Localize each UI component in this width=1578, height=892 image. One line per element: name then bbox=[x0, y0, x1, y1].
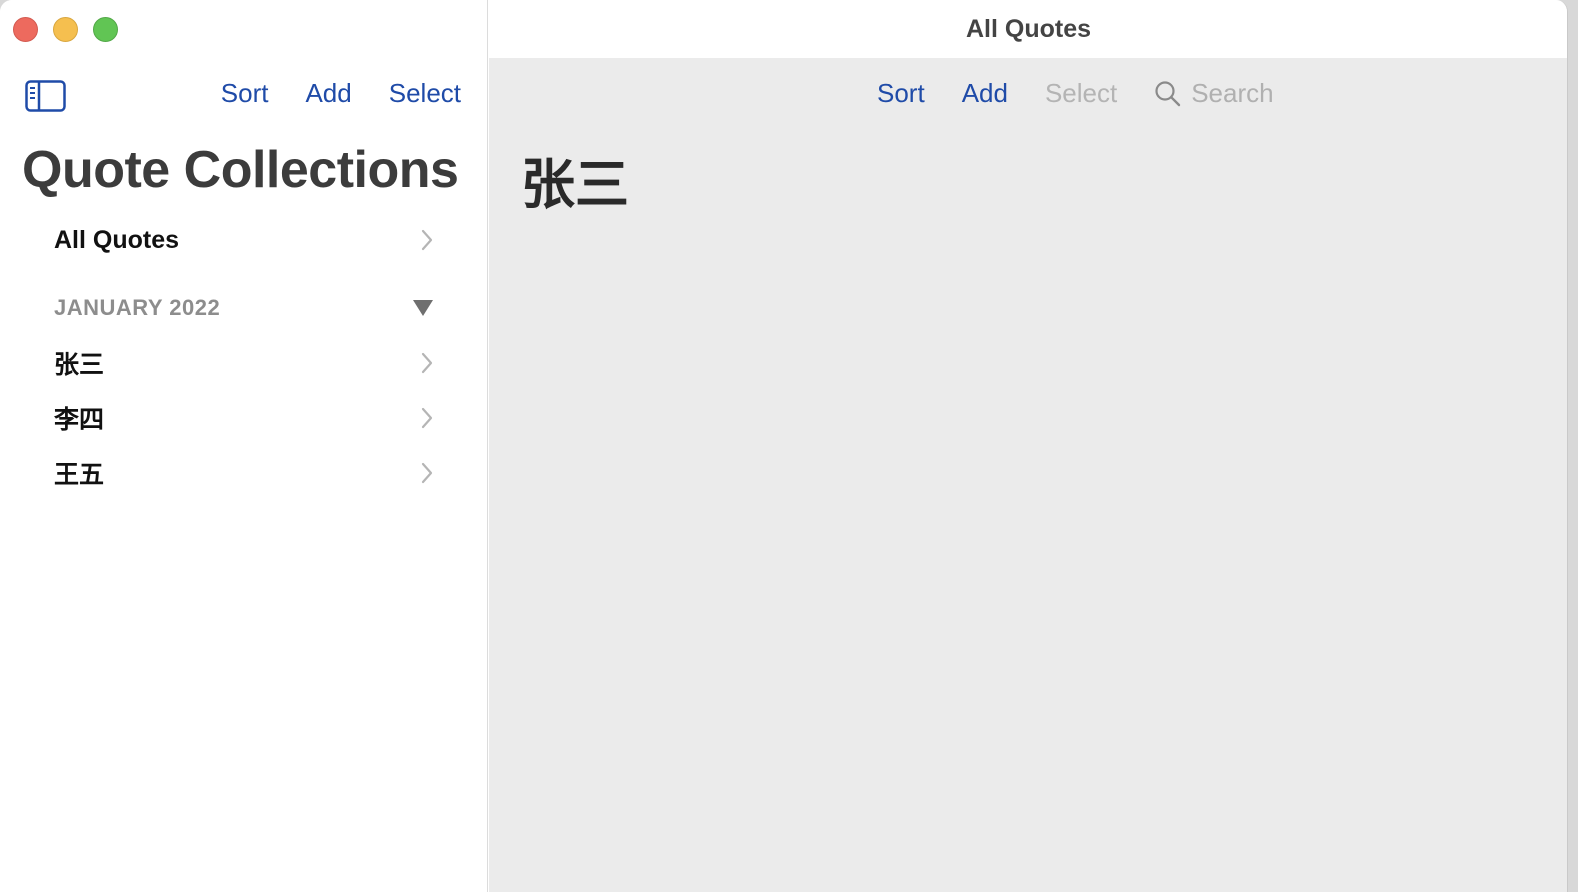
sidebar-item-all-quotes[interactable]: All Quotes bbox=[54, 220, 434, 260]
search-icon bbox=[1155, 81, 1181, 107]
window-title: All Quotes bbox=[965, 14, 1091, 43]
main-toolbar: Sort Add Select Search bbox=[877, 78, 1274, 109]
sidebar-item-person-3[interactable]: 王五 bbox=[54, 453, 434, 493]
window-controls bbox=[13, 17, 118, 42]
sidebar-add-button[interactable]: Add bbox=[305, 78, 351, 109]
select-button[interactable]: Select bbox=[1045, 78, 1117, 109]
disclosure-triangle-icon[interactable] bbox=[412, 298, 434, 318]
sidebar-item-label: 李四 bbox=[54, 406, 105, 434]
section-header-label: JANUARY 2022 bbox=[54, 295, 221, 320]
zoom-button[interactable] bbox=[93, 17, 118, 42]
title-bar: All Quotes bbox=[489, 0, 1567, 58]
add-button[interactable]: Add bbox=[962, 78, 1008, 109]
search-placeholder: Search bbox=[1191, 78, 1274, 108]
sidebar-toolbar: Sort Add Select bbox=[221, 78, 461, 109]
sidebar-item-person-1[interactable]: 张三 bbox=[54, 343, 434, 383]
sidebar-item-person-2[interactable]: 李四 bbox=[54, 398, 434, 438]
sidebar-sort-button[interactable]: Sort bbox=[221, 78, 269, 109]
sort-button[interactable]: Sort bbox=[877, 78, 925, 109]
sidebar: Sort Add Select Quote Collections All Qu… bbox=[0, 0, 488, 892]
content-title: 张三 bbox=[521, 155, 629, 215]
sidebar-item-label: 王五 bbox=[54, 461, 105, 489]
minimize-button[interactable] bbox=[53, 17, 78, 42]
sidebar-item-label: All Quotes bbox=[54, 225, 180, 254]
main-content: All Quotes Sort Add Select Search 张三 bbox=[489, 0, 1567, 892]
section-header-january-2022[interactable]: JANUARY 2022 bbox=[54, 292, 434, 324]
chevron-right-icon bbox=[421, 462, 433, 484]
chevron-right-icon bbox=[421, 352, 433, 374]
app-window: Sort Add Select Quote Collections All Qu… bbox=[0, 0, 1568, 892]
search-field[interactable]: Search bbox=[1154, 78, 1274, 109]
close-button[interactable] bbox=[13, 17, 38, 42]
chevron-right-icon bbox=[421, 407, 433, 429]
chevron-right-icon bbox=[421, 229, 433, 251]
sidebar-select-button[interactable]: Select bbox=[389, 78, 461, 109]
sidebar-item-label: 张三 bbox=[54, 351, 105, 379]
sidebar-toggle-icon[interactable] bbox=[25, 80, 66, 112]
sidebar-title: Quote Collections bbox=[22, 141, 459, 199]
